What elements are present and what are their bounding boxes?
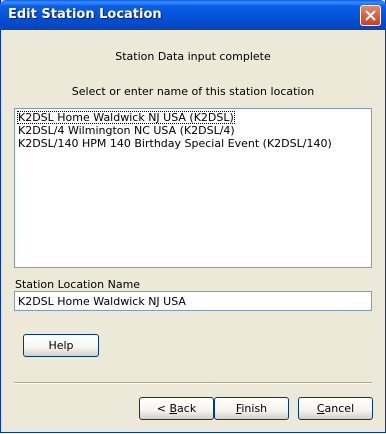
instruction-text: Select or enter name of this station loc… [71,85,315,98]
title-bar[interactable]: Edit Station Location [0,0,386,30]
station-location-name-input[interactable] [14,291,372,311]
cancel-button[interactable]: Cancel [298,397,373,420]
location-list-item[interactable]: K2DSL/4 Wilmington NC USA (K2DSL/4) [17,124,236,137]
close-icon [365,10,376,21]
finish-button[interactable]: Finish [214,397,289,420]
location-listbox[interactable]: K2DSL Home Waldwick NJ USA (K2DSL) K2DSL… [14,108,372,268]
back-button-accel: B [169,402,178,415]
dialog-body: Station Data input complete Select or en… [1,30,385,432]
location-list-item[interactable]: K2DSL/140 HPM 140 Birthday Special Event… [17,137,333,150]
divider [14,382,372,384]
help-button[interactable]: Help [23,334,99,357]
window-title: Edit Station Location [8,7,162,22]
back-button[interactable]: < Back [139,397,214,420]
station-location-name-label: Station Location Name [15,278,141,291]
back-button-prefix: < [156,402,170,415]
location-list-item[interactable]: K2DSL Home Waldwick NJ USA (K2DSL) [17,111,235,124]
cancel-button-accel: C [316,402,325,415]
close-button[interactable] [360,5,381,26]
finish-button-rest: inish [241,402,268,415]
back-button-rest: ack [177,402,197,415]
status-text: Station Data input complete [115,50,271,63]
help-button-label: Help [48,339,74,352]
cancel-button-rest: ancel [324,402,355,415]
dialog-window: Edit Station Location Station Data input… [0,0,386,433]
